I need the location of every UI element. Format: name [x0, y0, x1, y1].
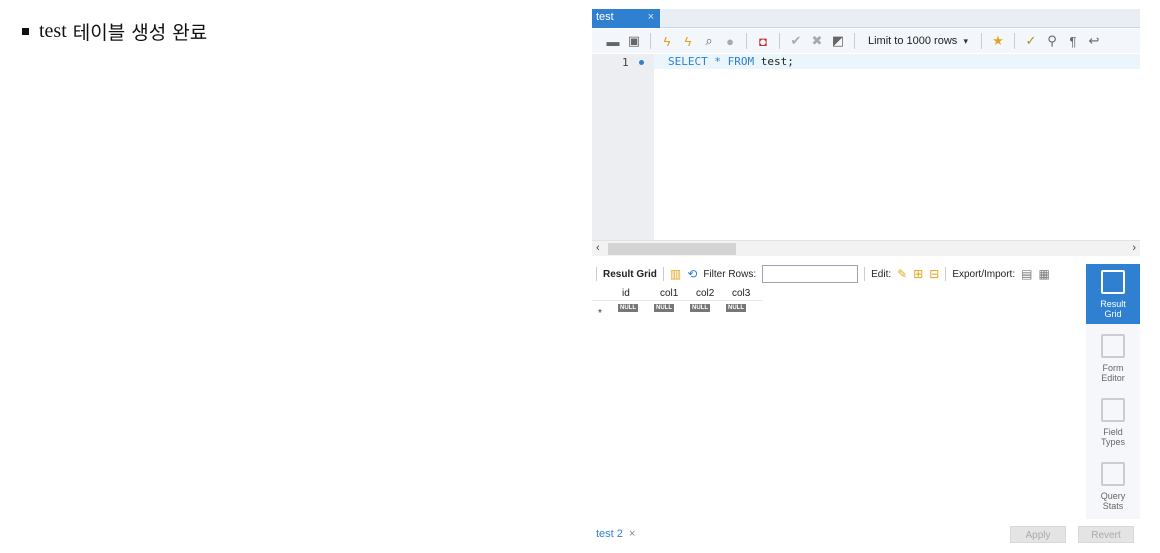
toolbar-divider: [596, 267, 597, 281]
bullet-square: [22, 28, 29, 35]
new-row-marker: *: [598, 308, 602, 319]
line-number: 1: [622, 56, 629, 69]
side-tab-result-grid[interactable]: Result Grid: [1086, 264, 1140, 324]
beautify-icon[interactable]: ★: [989, 32, 1007, 50]
toolbar-divider: [945, 267, 947, 281]
column-header-col1[interactable]: col1: [660, 288, 678, 299]
side-label: Result: [1100, 299, 1126, 309]
side-label: Stats: [1102, 501, 1124, 511]
field-types-icon: [1101, 398, 1125, 422]
wrap-icon[interactable]: ↩: [1085, 32, 1103, 50]
close-icon[interactable]: ×: [648, 11, 654, 23]
limit-rows-label: Limit to 1000 rows: [868, 35, 958, 47]
stop-icon[interactable]: ●: [721, 32, 739, 50]
result-tabs-bar: test 2 × Apply Revert: [592, 524, 1140, 544]
result-grid-label: Result Grid: [603, 268, 657, 280]
commit-icon[interactable]: ✔: [787, 32, 805, 50]
execute-icon[interactable]: ϟ: [658, 32, 676, 50]
sql-code-line[interactable]: SELECT * FROM test;: [668, 55, 794, 68]
results-toolbar: Result Grid ▥ ⟲ Filter Rows: Edit: ✎ ⊞ ⊟…: [592, 264, 1086, 284]
refresh-icon[interactable]: ⟲: [687, 267, 697, 281]
scroll-right-icon[interactable]: ›: [1132, 242, 1136, 254]
caption-text-test: test: [39, 20, 67, 42]
side-label: Grid: [1104, 309, 1122, 319]
toggle-error-icon[interactable]: ◘: [754, 32, 772, 50]
chevron-down-icon: ▾: [963, 35, 968, 46]
side-tab-query-stats[interactable]: Query Stats: [1086, 462, 1140, 511]
revert-button[interactable]: Revert: [1078, 526, 1134, 543]
null-cell[interactable]: NULL: [654, 304, 674, 312]
tab-test[interactable]: test ×: [592, 9, 660, 28]
editor-gutter: 1: [592, 54, 654, 240]
side-label: Form: [1102, 363, 1124, 373]
column-header-col3[interactable]: col3: [732, 288, 750, 299]
delete-row-icon[interactable]: ⊟: [929, 267, 939, 281]
toolbar-divider: [746, 33, 747, 49]
statement-dot-icon: [639, 60, 644, 65]
open-folder-icon[interactable]: ▬: [604, 32, 622, 50]
column-header-col2[interactable]: col2: [696, 288, 714, 299]
result-grid-icon: [1101, 270, 1125, 294]
result-tab-label: test 2: [596, 528, 623, 540]
export-import-label: Export/Import:: [952, 268, 1016, 280]
side-label: Types: [1100, 437, 1125, 447]
column-header-id[interactable]: id: [622, 288, 630, 299]
import-icon[interactable]: ▦: [1038, 267, 1049, 281]
explain-icon[interactable]: ⌕: [700, 32, 718, 50]
sql-toolbar: ▬ ▣ ϟ ϟ ⌕ ● ◘ ✔ ✖ ◩ Limit to 1000 rows ▾…: [592, 29, 1140, 53]
sql-identifier: test;: [760, 55, 794, 68]
scroll-left-icon[interactable]: ‹: [596, 242, 600, 254]
query-stats-icon: [1101, 462, 1125, 486]
execute-current-icon[interactable]: ϟ: [679, 32, 697, 50]
null-cell[interactable]: NULL: [618, 304, 638, 312]
rollback-icon[interactable]: ✖: [808, 32, 826, 50]
side-label: Field: [1103, 427, 1123, 437]
toolbar-divider: [854, 33, 855, 49]
search-icon[interactable]: ⚲: [1043, 32, 1061, 50]
autocommit-icon[interactable]: ◩: [829, 32, 847, 50]
toolbar-divider: [1014, 33, 1015, 49]
limit-rows-select[interactable]: Limit to 1000 rows ▾: [862, 32, 974, 50]
form-editor-icon: [1101, 334, 1125, 358]
sql-keywords: SELECT * FROM: [668, 55, 761, 68]
find-replace-icon[interactable]: ✓: [1022, 32, 1040, 50]
tab-label: test: [596, 11, 614, 23]
result-tab-test2[interactable]: test 2 ×: [596, 528, 635, 540]
sql-editor[interactable]: 1 SELECT * FROM test;: [592, 54, 1140, 240]
side-label: Editor: [1101, 373, 1125, 383]
edit-row-icon[interactable]: ✎: [897, 267, 907, 281]
save-icon[interactable]: ▣: [625, 32, 643, 50]
add-row-icon[interactable]: ⊞: [913, 267, 923, 281]
toolbar-divider: [662, 267, 664, 281]
caption-line: test 테이블 생성 완료: [22, 18, 207, 45]
filter-rows-label: Filter Rows:: [703, 268, 757, 280]
workbench-window: test × ▬ ▣ ϟ ϟ ⌕ ● ◘ ✔ ✖ ◩ Limit to 1000…: [592, 9, 1140, 545]
toolbar-divider: [981, 33, 982, 49]
apply-button[interactable]: Apply: [1010, 526, 1066, 543]
invisible-chars-icon[interactable]: ¶: [1064, 32, 1082, 50]
result-side-panel: Result Grid Form Editor Field Types Quer…: [1086, 264, 1140, 519]
toolbar-divider: [779, 33, 780, 49]
toolbar-divider: [864, 267, 866, 281]
scroll-thumb[interactable]: [608, 243, 736, 255]
toolbar-divider: [650, 33, 651, 49]
close-icon[interactable]: ×: [629, 528, 635, 540]
edit-label: Edit:: [871, 268, 892, 280]
side-tab-field-types[interactable]: Field Types: [1086, 398, 1140, 447]
null-cell[interactable]: NULL: [726, 304, 746, 312]
filter-rows-input[interactable]: [762, 265, 859, 283]
side-label: Query: [1100, 491, 1126, 501]
export-icon[interactable]: ▤: [1021, 267, 1032, 281]
grid-header: id col1 col2 col3: [592, 286, 762, 301]
editor-tabbar: test ×: [592, 9, 1140, 28]
caption-text-korean: 테이블 생성 완료: [72, 22, 208, 44]
grid-icon[interactable]: ▥: [670, 267, 681, 281]
side-tab-form-editor[interactable]: Form Editor: [1086, 334, 1140, 383]
editor-hscrollbar[interactable]: ‹ ›: [592, 240, 1140, 256]
null-cell[interactable]: NULL: [690, 304, 710, 312]
